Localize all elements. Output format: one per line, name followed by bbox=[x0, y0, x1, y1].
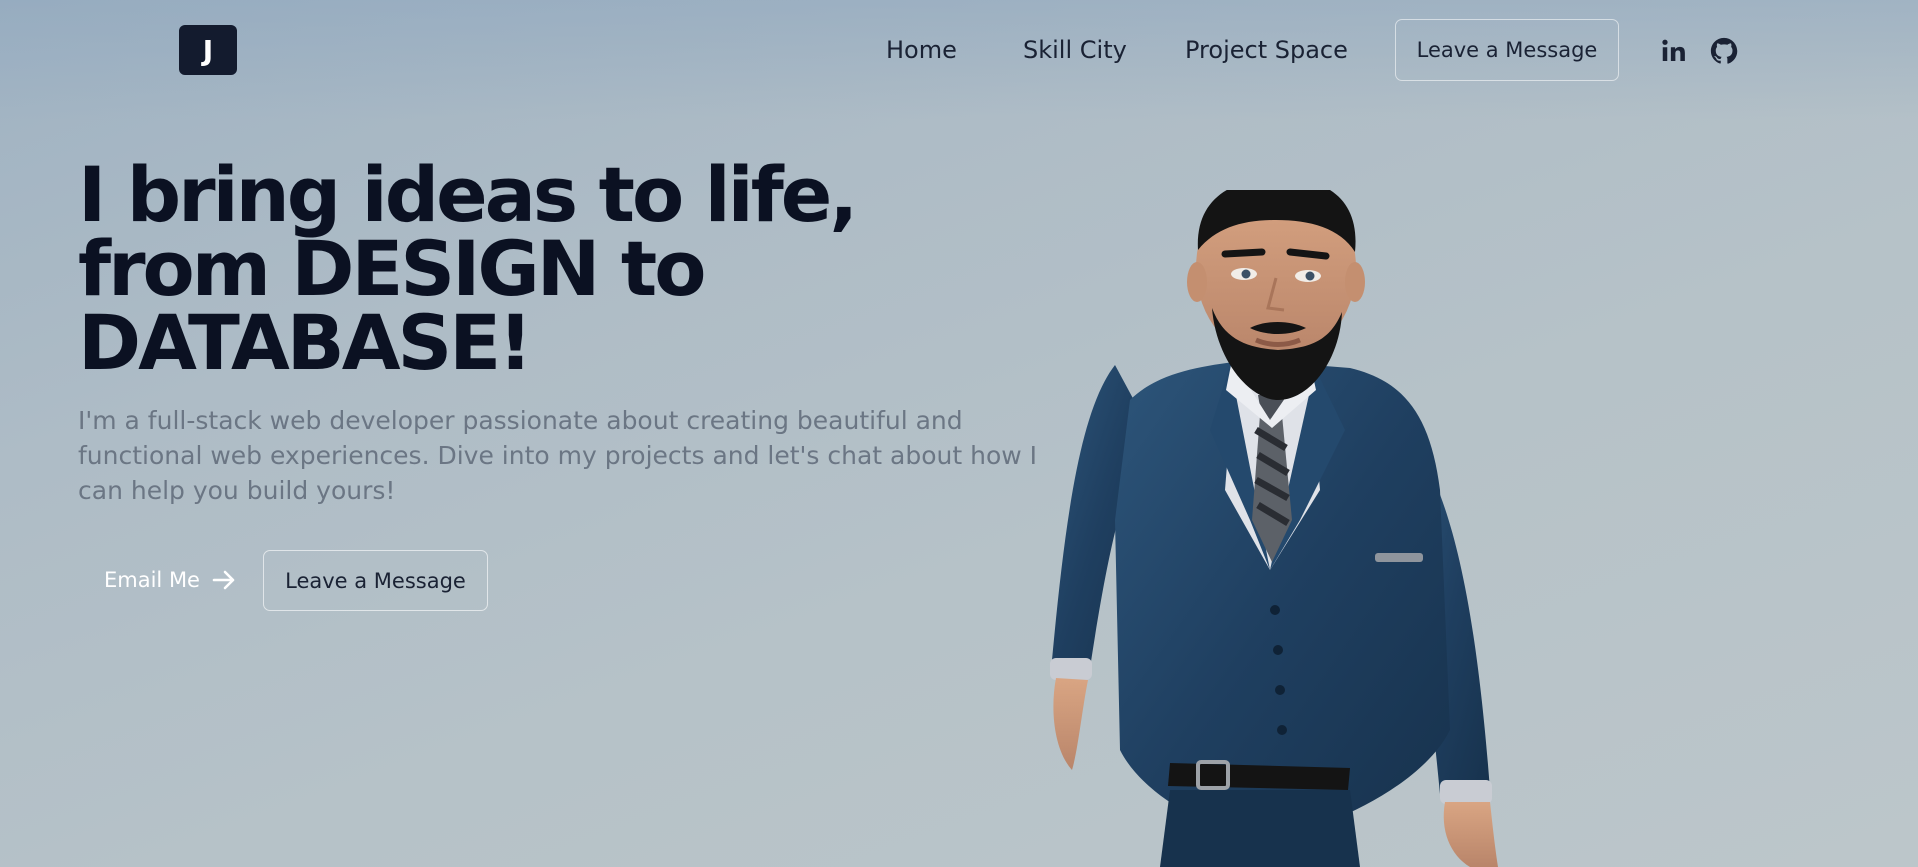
header-background bbox=[0, 0, 1918, 120]
headline-line-1: I bring ideas to life, bbox=[78, 150, 858, 239]
hero-leave-message-button[interactable]: Leave a Message bbox=[263, 550, 488, 611]
linkedin-icon[interactable] bbox=[1659, 36, 1689, 66]
header-leave-message-button[interactable]: Leave a Message bbox=[1395, 19, 1619, 81]
nav-home[interactable]: Home bbox=[886, 36, 957, 64]
developer-avatar-illustration bbox=[1050, 190, 1498, 867]
github-icon[interactable] bbox=[1709, 36, 1739, 66]
logo[interactable]: J bbox=[179, 25, 237, 75]
email-me-button[interactable]: Email Me bbox=[78, 550, 262, 610]
arrow-right-icon bbox=[212, 570, 235, 590]
headline-line-2: from DESIGN to bbox=[78, 224, 706, 313]
nav-project-space[interactable]: Project Space bbox=[1185, 36, 1348, 64]
hero-description: I'm a full-stack web developer passionat… bbox=[78, 406, 1038, 505]
hero-headline: I bring ideas to life, from DESIGN to DA… bbox=[78, 150, 978, 387]
nav-skill-city[interactable]: Skill City bbox=[1023, 36, 1127, 64]
email-me-label: Email Me bbox=[104, 568, 200, 592]
headline-line-3: DATABASE! bbox=[78, 298, 533, 387]
